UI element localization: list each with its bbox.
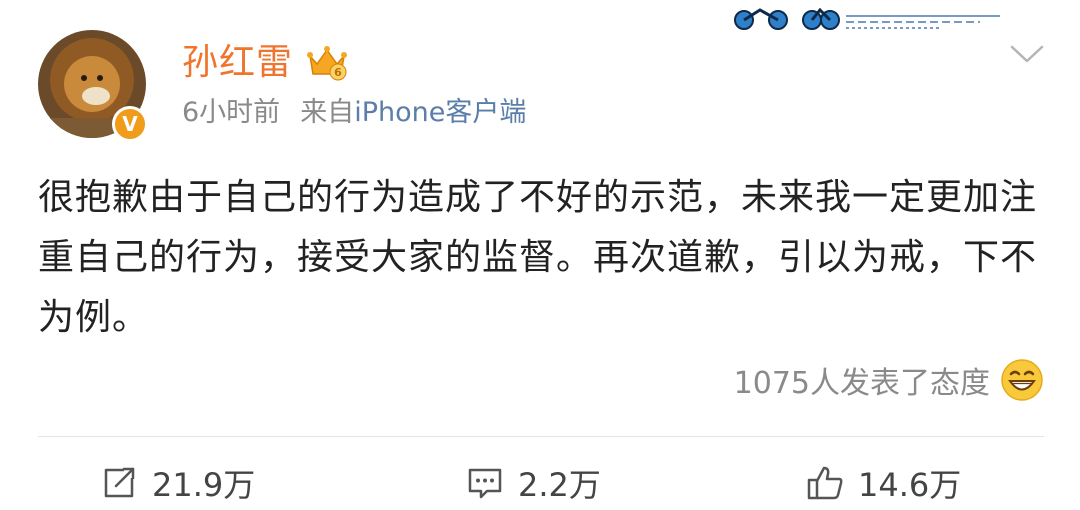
level-badge-text: 6 — [334, 66, 342, 79]
repost-button[interactable]: 21.9万 — [100, 456, 255, 510]
decorative-badge-strip — [734, 7, 1000, 30]
chevron-down-icon[interactable] — [1010, 44, 1044, 64]
comment-icon — [468, 468, 502, 499]
verified-badge: V — [112, 106, 148, 142]
source-device-link[interactable]: iPhone客户端 — [354, 97, 526, 128]
like-button[interactable]: 14.6万 — [806, 456, 961, 510]
grinning-face-icon — [1001, 359, 1043, 401]
like-count: 14.6万 — [858, 466, 962, 504]
username[interactable]: 孙红雷 — [182, 40, 293, 86]
repost-icon — [104, 467, 135, 498]
thumbs-up-icon — [807, 466, 843, 500]
comment-button[interactable]: 2.2万 — [466, 456, 601, 510]
source-prefix: 来自 — [300, 97, 355, 128]
comment-count: 2.2万 — [518, 466, 601, 504]
reactions-summary[interactable]: 1075人发表了态度 — [734, 358, 1044, 402]
repost-count: 21.9万 — [152, 466, 256, 504]
reactions-count: 1075人发表了态度 — [733, 366, 990, 401]
crown-icon[interactable]: 6 — [306, 42, 348, 82]
post-meta: 6小时前 来自iPhone客户端 — [182, 95, 526, 131]
post-content: 很抱歉由于自己的行为造成了不好的示范，未来我一定更加注重自己的行为，接受大家的监… — [38, 177, 1038, 338]
post-time: 6小时前 — [182, 97, 281, 128]
divider — [38, 436, 1044, 437]
